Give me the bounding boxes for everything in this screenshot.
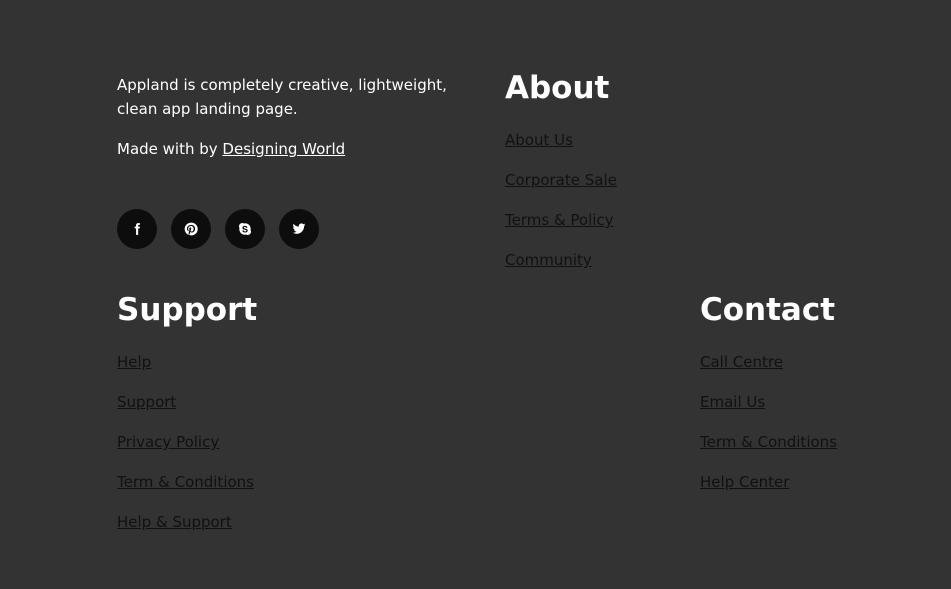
corporate-sale-link[interactable]: Corporate Sale [505, 171, 617, 189]
term-conditions-link[interactable]: Term & Conditions [117, 473, 254, 491]
help-center-link[interactable]: Help Center [700, 473, 789, 491]
help-support-link[interactable]: Help & Support [117, 513, 232, 531]
made-with-prefix: Made with by [117, 140, 223, 158]
support-links: Help Support Privacy Policy Term & Condi… [117, 352, 257, 552]
call-centre-link[interactable]: Call Centre [700, 353, 783, 371]
support-heading: Support [117, 292, 258, 328]
about-us-link[interactable]: About Us [505, 131, 573, 149]
contact-column: Contact Call Centre Email Us Term & Cond… [700, 292, 837, 512]
terms-policy-link[interactable]: Terms & Policy [505, 211, 614, 229]
support-link[interactable]: Support [117, 393, 176, 411]
made-with-line: Made with by Designing World [117, 137, 447, 161]
twitter-icon [292, 223, 306, 234]
contact-links: Call Centre Email Us Term & Conditions H… [700, 352, 837, 512]
pinterest-button[interactable] [171, 209, 211, 249]
about-links: About Us Corporate Sale Terms & Policy C… [505, 130, 617, 290]
about-column: About About Us Corporate Sale Terms & Po… [505, 70, 617, 290]
contact-heading: Contact [700, 292, 836, 328]
skype-icon [239, 223, 251, 235]
twitter-button[interactable] [279, 209, 319, 249]
pinterest-icon [184, 222, 198, 236]
help-link[interactable]: Help [117, 353, 151, 371]
support-column: Support Help Support Privacy Policy Term… [117, 292, 257, 552]
community-link[interactable]: Community [505, 251, 592, 269]
footer-description: Appland is completely creative, lightwei… [117, 76, 447, 118]
about-heading: About [505, 70, 610, 106]
contact-term-conditions-link[interactable]: Term & Conditions [700, 433, 837, 451]
privacy-policy-link[interactable]: Privacy Policy [117, 433, 219, 451]
email-us-link[interactable]: Email Us [700, 393, 765, 411]
designing-world-link[interactable]: Designing World [222, 140, 345, 158]
facebook-icon [134, 223, 140, 235]
skype-button[interactable] [225, 209, 265, 249]
facebook-button[interactable] [117, 209, 157, 249]
footer-about-block: Appland is completely creative, lightwei… [117, 73, 447, 161]
social-links [117, 209, 319, 249]
